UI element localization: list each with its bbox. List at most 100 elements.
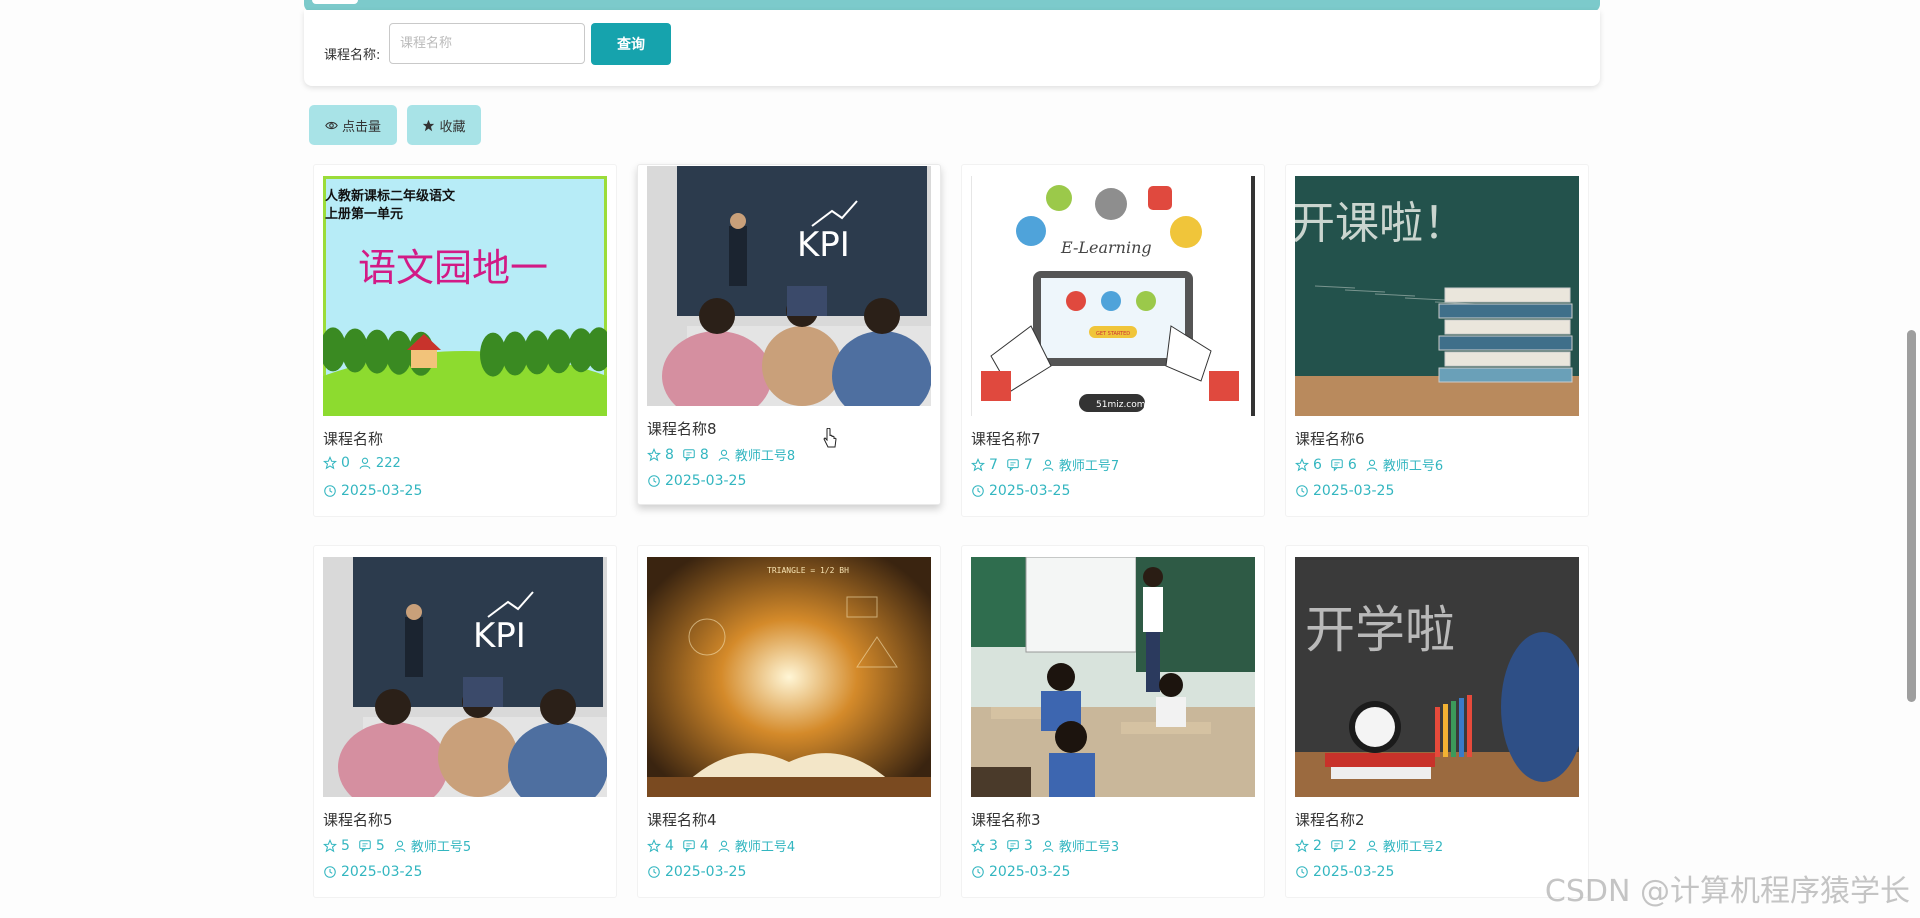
sort-favorites-button[interactable]: 收藏 bbox=[407, 105, 481, 145]
search-button[interactable]: 查询 bbox=[591, 23, 671, 65]
course-date-row: 2025-03-25 bbox=[323, 864, 430, 880]
search-input[interactable] bbox=[389, 23, 585, 64]
user-icon bbox=[1042, 459, 1054, 471]
teacher-id: 教师工号7 bbox=[1058, 459, 1120, 474]
image-text-tag: 51miz.com bbox=[1096, 400, 1146, 410]
course-card[interactable]: 开学啦 课程名称2 2 2 教师工号2 2025-03-25 bbox=[1285, 545, 1589, 898]
comments-count-group: 3 bbox=[1006, 838, 1033, 854]
date-group: 2025-03-25 bbox=[971, 864, 1070, 880]
course-card[interactable]: KPI 课程名称8 8 8 教师工号8 2025-03-25 bbox=[637, 164, 941, 505]
teacher-group: 教师工号6 bbox=[1365, 455, 1443, 474]
comments-count-group: 2 bbox=[1330, 838, 1357, 854]
teacher-group: 教师工号4 bbox=[717, 836, 795, 855]
favorites-count: 5 bbox=[341, 837, 350, 854]
course-date: 2025-03-25 bbox=[989, 864, 1071, 880]
comment-icon bbox=[1007, 839, 1019, 853]
comment-icon bbox=[683, 448, 695, 462]
favorites-count-group: 8 bbox=[647, 447, 674, 463]
page: 课程名称: 查询 点击量 收藏 人教新课标二年级语文 上册第一单元 语文园地一 … bbox=[0, 0, 1920, 918]
sort-views-button[interactable]: 点击量 bbox=[309, 105, 397, 145]
favorites-count: 2 bbox=[1313, 837, 1322, 854]
course-cover-image[interactable]: E-Learning GET STARTED 51miz.com bbox=[971, 176, 1255, 416]
course-title[interactable]: 课程名称6 bbox=[1295, 428, 1365, 449]
image-text-kpi: KPI bbox=[473, 616, 526, 656]
search-panel: 课程名称: 查询 bbox=[304, 10, 1600, 86]
course-date: 2025-03-25 bbox=[665, 864, 747, 880]
course-title[interactable]: 课程名称8 bbox=[647, 418, 717, 439]
clock-icon bbox=[648, 866, 660, 878]
course-card[interactable]: KPI 课程名称5 5 5 教师工号5 2025-03-25 bbox=[313, 545, 617, 898]
course-card[interactable]: 课程名称3 3 3 教师工号3 2025-03-25 bbox=[961, 545, 1265, 898]
comments-count-group: 7 bbox=[1006, 457, 1033, 473]
course-date: 2025-03-25 bbox=[1313, 483, 1395, 499]
date-group: 2025-03-25 bbox=[647, 864, 746, 880]
star-outline-icon bbox=[971, 838, 985, 852]
favorites-count: 4 bbox=[665, 837, 674, 854]
teacher-id: 教师工号2 bbox=[1382, 840, 1444, 855]
header-tab[interactable] bbox=[312, 0, 358, 4]
teacher-id: 教师工号8 bbox=[734, 449, 796, 464]
favorites-count-group: 2 bbox=[1295, 838, 1322, 854]
scrollbar-thumb[interactable] bbox=[1907, 330, 1916, 702]
user-icon bbox=[718, 449, 730, 461]
user-icon bbox=[1366, 459, 1378, 471]
course-card[interactable]: 人教新课标二年级语文 上册第一单元 语文园地一 课程名称 0 222 2025-… bbox=[313, 164, 617, 517]
mouse-cursor-icon bbox=[823, 428, 837, 448]
course-cover-image[interactable]: 开课啦！ bbox=[1295, 176, 1579, 416]
teacher-group: 教师工号3 bbox=[1041, 836, 1119, 855]
teacher-group: 教师工号7 bbox=[1041, 455, 1119, 474]
comments-count: 7 bbox=[1023, 456, 1033, 473]
image-text-kaixue: 开学啦 bbox=[1305, 601, 1455, 659]
course-date-row: 2025-03-25 bbox=[971, 864, 1078, 880]
comments-count: 2 bbox=[1347, 837, 1357, 854]
sort-favorites-label: 收藏 bbox=[439, 119, 466, 135]
date-group: 2025-03-25 bbox=[1295, 864, 1394, 880]
comment-icon bbox=[1331, 458, 1343, 472]
course-title[interactable]: 课程名称5 bbox=[323, 809, 393, 830]
course-card[interactable]: TRIANGLE = 1/2 BH 课程名称4 4 4 教师工号4 2025-0… bbox=[637, 545, 941, 898]
course-date: 2025-03-25 bbox=[989, 483, 1071, 499]
star-outline-icon bbox=[647, 838, 661, 852]
course-meta: 2 2 教师工号2 bbox=[1295, 836, 1451, 855]
course-cover-image[interactable]: 开学啦 bbox=[1295, 557, 1579, 797]
teacher-group: 教师工号8 bbox=[717, 445, 795, 464]
star-outline-icon bbox=[647, 447, 661, 461]
course-cover-image[interactable]: 人教新课标二年级语文 上册第一单元 语文园地一 bbox=[323, 176, 607, 416]
course-cover-image[interactable]: KPI bbox=[647, 166, 931, 406]
course-title[interactable]: 课程名称2 bbox=[1295, 809, 1365, 830]
teacher-group: 教师工号5 bbox=[393, 836, 471, 855]
course-cover-image[interactable] bbox=[971, 557, 1255, 797]
eye-icon bbox=[325, 121, 338, 129]
teacher-id: 教师工号6 bbox=[1382, 459, 1444, 474]
user-icon bbox=[1366, 840, 1378, 852]
course-title[interactable]: 课程名称 bbox=[323, 428, 383, 449]
favorites-count: 8 bbox=[665, 446, 674, 463]
comments-count: 8 bbox=[699, 446, 709, 463]
favorites-count: 0 bbox=[341, 455, 350, 471]
course-cover-image[interactable]: KPI bbox=[323, 557, 607, 797]
course-cover-image[interactable]: TRIANGLE = 1/2 BH bbox=[647, 557, 931, 797]
course-card[interactable]: E-Learning GET STARTED 51miz.com 课程名称7 7… bbox=[961, 164, 1265, 517]
date-group: 2025-03-25 bbox=[323, 864, 422, 880]
clock-icon bbox=[1296, 485, 1308, 497]
course-title[interactable]: 课程名称7 bbox=[971, 428, 1041, 449]
comments-count: 4 bbox=[699, 837, 709, 854]
course-card[interactable]: 开课啦！ 课程名称6 6 6 教师工号6 2025-03-25 bbox=[1285, 164, 1589, 517]
comment-icon bbox=[1007, 458, 1019, 472]
course-date-row: 2025-03-25 bbox=[647, 864, 754, 880]
course-meta: 3 3 教师工号3 bbox=[971, 836, 1127, 855]
favorites-count-group: 4 bbox=[647, 838, 674, 854]
star-outline-icon bbox=[1295, 838, 1309, 852]
star-outline-icon bbox=[971, 457, 985, 471]
image-text-formula: TRIANGLE = 1/2 BH bbox=[767, 566, 849, 575]
course-title[interactable]: 课程名称3 bbox=[971, 809, 1041, 830]
course-date-row: 2025-03-25 bbox=[1295, 864, 1402, 880]
date-group: 2025-03-25 bbox=[971, 483, 1070, 499]
star-icon bbox=[423, 119, 435, 131]
course-title[interactable]: 课程名称4 bbox=[647, 809, 717, 830]
user-icon bbox=[718, 840, 730, 852]
comments-count-group: 4 bbox=[682, 838, 709, 854]
favorites-count-group: 3 bbox=[971, 838, 998, 854]
user-icon bbox=[359, 457, 371, 469]
course-meta: 5 5 教师工号5 bbox=[323, 836, 479, 855]
